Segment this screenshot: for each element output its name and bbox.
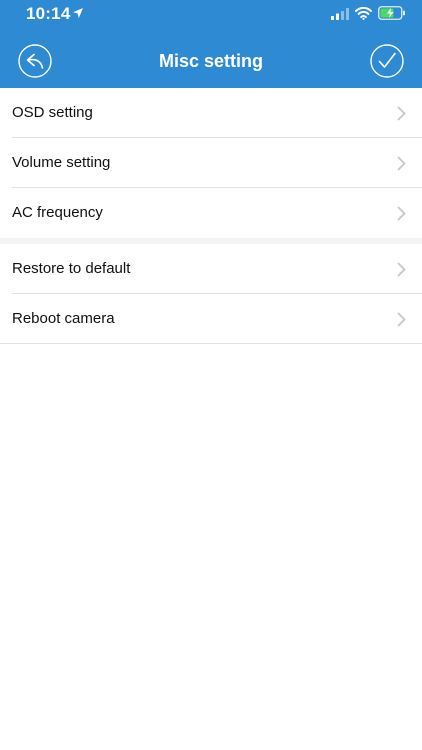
status-bar: 10:14 (0, 0, 422, 28)
navigation-bar: Misc setting (0, 28, 422, 88)
location-arrow-icon (73, 8, 83, 18)
reboot-camera-row[interactable]: Reboot camera (0, 294, 422, 344)
settings-group-system: Restore to default Reboot camera (0, 244, 422, 344)
settings-group-display: OSD setting Volume setting AC frequency (0, 88, 422, 238)
row-label: Volume setting (12, 154, 111, 171)
volume-setting-row[interactable]: Volume setting (0, 138, 422, 188)
osd-setting-row[interactable]: OSD setting (0, 88, 422, 138)
ac-frequency-row[interactable]: AC frequency (0, 188, 422, 238)
page-title: Misc setting (158, 51, 264, 71)
row-label: OSD setting (12, 104, 93, 121)
wifi-icon (355, 6, 372, 20)
restore-default-row[interactable]: Restore to default (0, 244, 422, 294)
status-time: 10:14 (26, 4, 71, 23)
app-header: 10:14 Misc setting (0, 0, 422, 88)
checkmark-icon[interactable] (370, 44, 404, 78)
cellular-signal-icon (331, 8, 349, 20)
battery-charging-icon (378, 6, 405, 20)
row-divider (0, 343, 422, 344)
chevron-right-icon (397, 206, 406, 221)
row-label: Reboot camera (12, 310, 115, 327)
row-label: Restore to default (12, 260, 131, 277)
chevron-right-icon (397, 262, 406, 277)
chevron-right-icon (397, 312, 406, 327)
row-label: AC frequency (12, 204, 103, 221)
chevron-right-icon (397, 106, 406, 121)
chevron-right-icon (397, 156, 406, 171)
